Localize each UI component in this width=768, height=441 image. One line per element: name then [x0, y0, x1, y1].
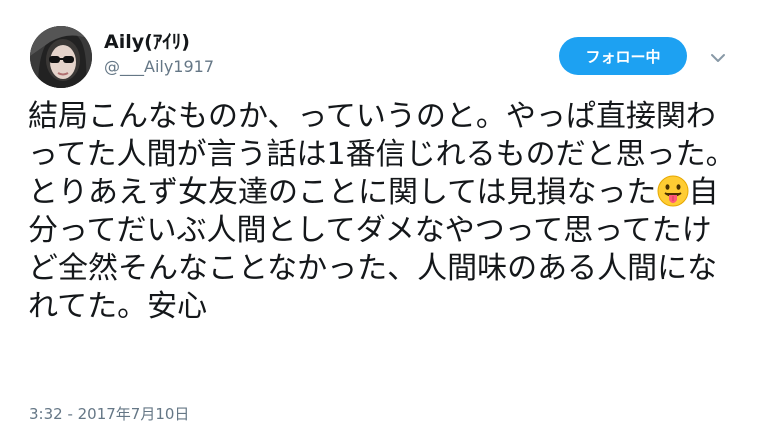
tweet-card: Aily(ｱｲﾘ) @___Aily1917 フォロー中 結局こんなものか、って…	[0, 0, 768, 441]
tweet-timestamp[interactable]: 3:32 - 2017年7月10日	[29, 403, 189, 424]
avatar[interactable]	[30, 26, 92, 88]
display-name[interactable]: Aily(ｱｲﾘ)	[104, 27, 190, 54]
face-with-tongue-emoji	[657, 175, 689, 207]
user-handle[interactable]: @___Aily1917	[104, 57, 214, 76]
tweet-text: 結局こんなものか、っていうのと。やっぱ直接関わってた人間が言う話は1番信じれるも…	[28, 98, 740, 326]
following-button[interactable]: フォロー中	[559, 37, 687, 75]
chevron-down-icon[interactable]	[708, 48, 728, 68]
tweet-text-part-1: 結局こんなものか、っていうのと。やっぱ直接関わってた人間が言う話は1番信じれるも…	[28, 99, 736, 210]
